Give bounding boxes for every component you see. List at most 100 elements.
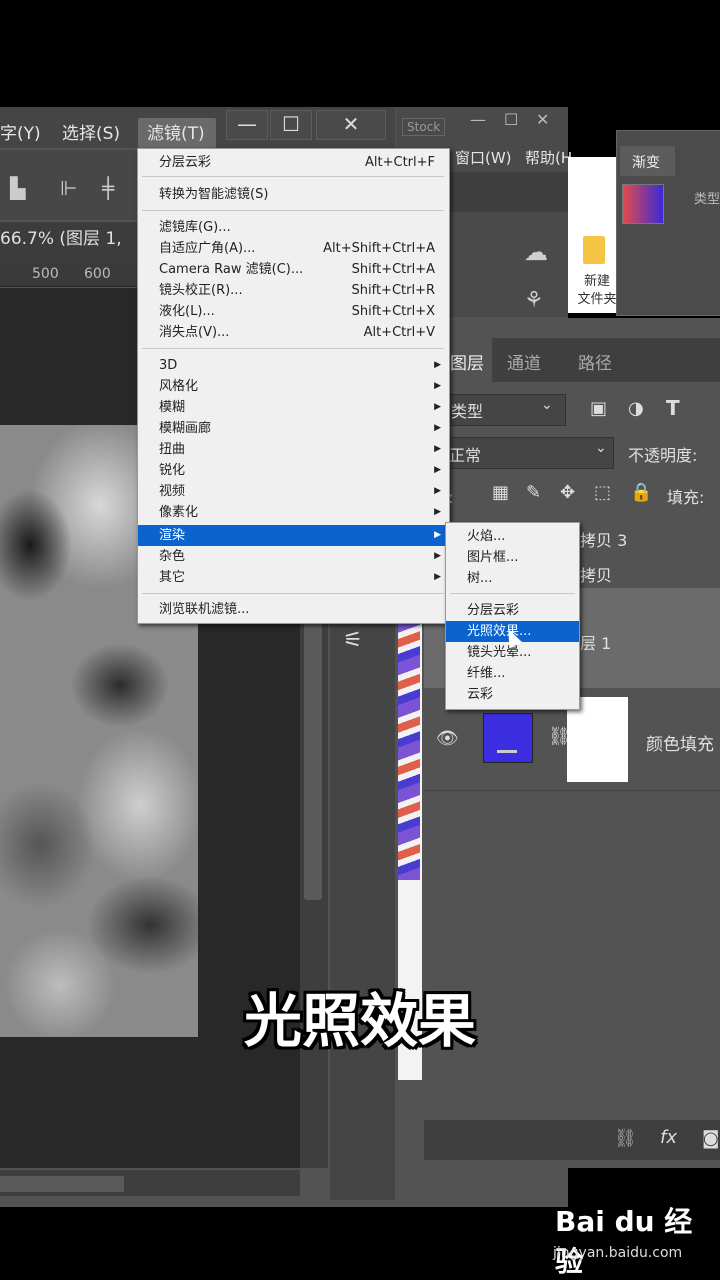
- tab-paths[interactable]: 路径: [578, 349, 612, 374]
- lock-all-icon[interactable]: 🔒: [630, 482, 652, 503]
- blend-mode-value: 正常: [449, 446, 482, 465]
- lock-move-icon[interactable]: ✥: [560, 482, 575, 503]
- menu-item-label: 模糊: [159, 400, 186, 415]
- properties-icon[interactable]: ⚟: [343, 628, 383, 656]
- minimize-button[interactable]: —: [226, 110, 268, 140]
- stock-minimize-icon[interactable]: —: [470, 110, 486, 129]
- menu-item-label: 锐化: [159, 463, 186, 478]
- tab-channels[interactable]: 通道: [507, 349, 541, 374]
- submenu-arrow-icon: ▶: [434, 423, 441, 433]
- menu-item-other[interactable]: 其它 ▶: [138, 567, 449, 588]
- chevron-down-icon: ⌄: [595, 440, 607, 456]
- folder-icon[interactable]: [583, 236, 605, 264]
- align-center-icon[interactable]: ╪: [102, 176, 114, 200]
- image-filter-icon[interactable]: ▣: [590, 398, 607, 419]
- menu-item-lens-correction[interactable]: 镜头校正(R)... Shift+Ctrl+R: [138, 280, 449, 301]
- align-left-icon[interactable]: ⊩: [60, 176, 77, 200]
- lock-brush-icon[interactable]: ✎: [526, 482, 541, 503]
- layers-footer: ⛓ fx ◙: [424, 1120, 720, 1160]
- menu-item-adaptive-wide-angle[interactable]: 自适应广角(A)... Alt+Shift+Ctrl+A: [138, 238, 449, 259]
- menu-item-label: Camera Raw 滤镜(C)...: [159, 262, 304, 277]
- menu-item-liquify[interactable]: 液化(L)... Shift+Ctrl+X: [138, 301, 449, 322]
- submenu-item-tree[interactable]: 树...: [446, 568, 579, 589]
- stock-toolbar: [450, 172, 568, 212]
- layer-name: 层 1: [580, 634, 612, 653]
- gradient-type-label: 类型: [694, 192, 720, 207]
- menu-item-render[interactable]: 渲染 ▶: [138, 525, 449, 546]
- close-button[interactable]: ✕: [316, 110, 386, 140]
- add-mask-icon[interactable]: ◙: [702, 1128, 719, 1149]
- menu-item-label: 模糊画廊: [159, 421, 212, 436]
- submenu-item-label: 分层云彩: [467, 603, 520, 618]
- vertical-scroll-thumb[interactable]: [304, 620, 322, 900]
- stock-close-icon[interactable]: ✕: [536, 110, 549, 129]
- menu-item-filter-gallery[interactable]: 滤镜库(G)...: [138, 217, 449, 238]
- type-filter-icon[interactable]: T: [666, 396, 680, 420]
- align-bottom-icon[interactable]: ▙: [10, 176, 25, 200]
- menu-item-label: 3D: [159, 358, 178, 373]
- submenu-item-picture-frame[interactable]: 图片框...: [446, 547, 579, 568]
- fill-label: 填充:: [667, 488, 705, 507]
- fx-icon[interactable]: fx: [660, 1127, 677, 1148]
- menu-item-3d[interactable]: 3D ▶: [138, 355, 449, 376]
- menu-item-label: 消失点(V)...: [159, 325, 230, 340]
- adjustment-filter-icon[interactable]: ◑: [628, 398, 644, 419]
- stock-maximize-icon[interactable]: ☐: [504, 110, 518, 129]
- chevron-down-icon: ⌄: [541, 397, 553, 413]
- minimize-icon: —: [237, 112, 257, 136]
- link-layers-icon[interactable]: ⛓: [614, 1128, 637, 1149]
- menu-item-label: 镜头校正(R)...: [159, 283, 243, 298]
- menu-item-pixelate[interactable]: 像素化 ▶: [138, 502, 449, 523]
- menu-item-label: 转换为智能滤镜(S): [159, 187, 269, 202]
- menu-item-shortcut: Shift+Ctrl+X: [351, 304, 435, 319]
- menu-item-blur[interactable]: 模糊 ▶: [138, 397, 449, 418]
- menu-divider: [142, 593, 444, 594]
- blend-mode-select[interactable]: 正常 ⌄: [432, 437, 614, 469]
- menu-item-stylize[interactable]: 风格化 ▶: [138, 376, 449, 397]
- menu-item-camera-raw[interactable]: Camera Raw 滤镜(C)... Shift+Ctrl+A: [138, 259, 449, 280]
- color-fill-thumbnail[interactable]: [483, 713, 533, 763]
- submenu-item-difference-clouds[interactable]: 分层云彩: [446, 600, 579, 621]
- menu-item-convert-smart[interactable]: 转换为智能滤镜(S): [138, 184, 449, 205]
- menu-item-noise[interactable]: 杂色 ▶: [138, 546, 449, 567]
- submenu-item-label: 纤维...: [467, 666, 506, 681]
- menu-item-label: 杂色: [159, 549, 186, 564]
- menu-item-blur-gallery[interactable]: 模糊画廊 ▶: [138, 418, 449, 439]
- menu-item-shortcut: Shift+Ctrl+A: [351, 262, 435, 277]
- libraries-icon[interactable]: ⚘: [524, 288, 544, 313]
- document-tab[interactable]: 66.7% (图层 1,: [0, 224, 122, 249]
- menu-item-video[interactable]: 视频 ▶: [138, 481, 449, 502]
- menu-item-last-filter[interactable]: 分层云彩 Alt+Ctrl+F: [138, 152, 449, 173]
- menu-item-label: 渲染: [159, 528, 186, 543]
- visibility-eye-icon[interactable]: 👁: [436, 728, 459, 749]
- tab-layers[interactable]: 图层: [450, 349, 484, 374]
- submenu-item-flame[interactable]: 火焰...: [446, 526, 579, 547]
- menu-item-distort[interactable]: 扭曲 ▶: [138, 439, 449, 460]
- lock-transparent-icon[interactable]: ▦: [492, 482, 509, 503]
- submenu-item-fibers[interactable]: 纤维...: [446, 663, 579, 684]
- menu-select[interactable]: 选择(S): [62, 119, 120, 144]
- submenu-arrow-icon: ▶: [434, 465, 441, 475]
- menu-window[interactable]: 窗口(W): [455, 147, 512, 168]
- layer-filter-select[interactable]: 类型 ⌄: [432, 394, 566, 426]
- menu-item-label: 浏览联机滤镜...: [159, 602, 250, 617]
- menu-type[interactable]: 字(Y): [0, 119, 41, 144]
- render-submenu: 火焰... 图片框... 树... 分层云彩 光照效果... 镜头光晕... 纤…: [445, 522, 580, 710]
- submenu-item-label: 光照效果...: [467, 624, 532, 639]
- menu-item-sharpen[interactable]: 锐化 ▶: [138, 460, 449, 481]
- lock-artboard-icon[interactable]: ⬚: [594, 482, 611, 503]
- horizontal-scroll-thumb[interactable]: [0, 1176, 124, 1192]
- menu-filter[interactable]: 滤镜(T): [147, 119, 205, 144]
- maximize-button[interactable]: ☐: [270, 110, 312, 140]
- creative-cloud-icon[interactable]: ☁: [524, 238, 548, 266]
- menu-help[interactable]: 帮助(H: [525, 147, 572, 168]
- watermark-url: jingyan.baidu.com: [553, 1245, 683, 1261]
- gradient-swatch[interactable]: [622, 184, 664, 224]
- layer-filter-label: 类型: [451, 402, 484, 421]
- menu-item-browse-online[interactable]: 浏览联机滤镜...: [138, 599, 449, 620]
- submenu-arrow-icon: ▶: [434, 444, 441, 454]
- submenu-item-clouds[interactable]: 云彩: [446, 684, 579, 705]
- layer-name: 拷贝 3: [580, 531, 628, 550]
- submenu-arrow-icon: ▶: [434, 507, 441, 517]
- menu-item-vanishing-point[interactable]: 消失点(V)... Alt+Ctrl+V: [138, 322, 449, 343]
